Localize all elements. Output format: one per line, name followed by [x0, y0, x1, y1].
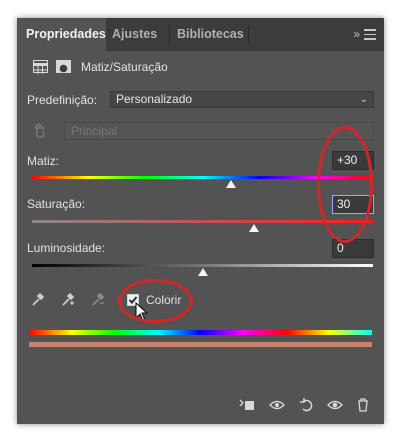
hue-label: Matiz:	[27, 154, 60, 168]
channel-value: Principal	[71, 124, 118, 138]
hue-slider-thumb[interactable]	[225, 180, 236, 188]
tab-bibliotecas[interactable]: Bibliotecas	[177, 18, 247, 51]
collapse-panel-button[interactable]: »	[353, 18, 360, 51]
output-colorize-bar	[29, 342, 372, 347]
clip-to-layer-icon[interactable]	[239, 398, 255, 412]
lightness-slider-thumb[interactable]	[197, 268, 208, 276]
chevron-down-icon: ⌄	[359, 94, 368, 105]
eyedropper-minus-icon[interactable]	[91, 291, 105, 307]
visibility-icon[interactable]	[327, 398, 343, 412]
eyedropper-icon[interactable]	[31, 291, 45, 307]
tab-separator	[169, 26, 170, 44]
saturation-slider-thumb[interactable]	[248, 224, 259, 232]
eyedropper-plus-icon[interactable]	[61, 291, 75, 307]
tab-propriedades[interactable]: Propriedades	[17, 18, 106, 51]
lightness-label: Luminosidade:	[27, 241, 106, 255]
tab-bar: Propriedades Ajustes Bibliotecas »	[17, 18, 384, 51]
annotation-circle-colorize	[118, 279, 193, 323]
target-hand-icon[interactable]	[32, 121, 48, 138]
preset-value: Personalizado	[116, 92, 193, 106]
delete-icon[interactable]	[355, 398, 371, 412]
input-hue-bar	[29, 330, 372, 335]
saturation-label: Saturação:	[27, 197, 86, 211]
lightness-slider-track[interactable]	[32, 264, 373, 267]
lightness-input[interactable]: 0	[332, 239, 374, 258]
preset-select[interactable]: Personalizado ⌄	[110, 91, 374, 108]
saturation-slider-track[interactable]	[32, 220, 373, 223]
reset-icon[interactable]	[299, 398, 315, 412]
adjustment-title: Matiz/Saturação	[81, 60, 168, 74]
annotation-circle-values	[317, 126, 373, 243]
tab-ajustes[interactable]: Ajustes	[112, 18, 165, 51]
view-previous-icon[interactable]	[269, 398, 285, 412]
tab-separator	[248, 26, 249, 44]
panel-menu-icon[interactable]	[364, 29, 376, 40]
adjustment-layer-icon[interactable]	[33, 60, 48, 74]
layer-mask-icon[interactable]	[56, 60, 71, 73]
preset-label: Predefinição:	[27, 93, 98, 107]
